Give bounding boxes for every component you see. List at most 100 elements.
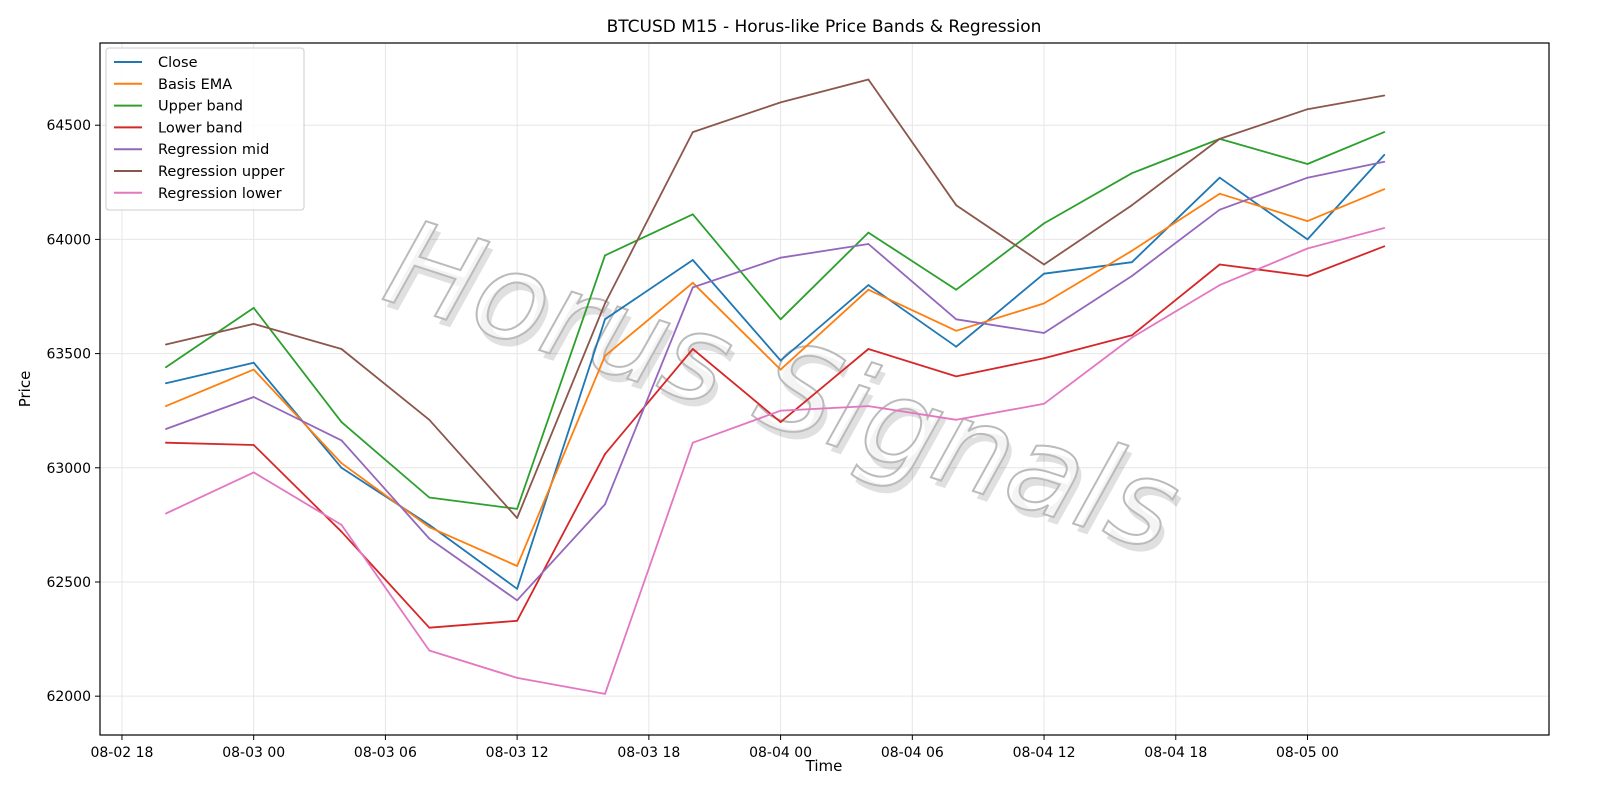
data-point-regression-mid — [691, 286, 694, 289]
data-point-regression-upper — [1043, 263, 1045, 266]
legend-label: Upper band — [158, 99, 243, 115]
data-point-regression-upper — [340, 348, 343, 350]
x-tick-label: 08-03 00 — [222, 745, 285, 761]
data-point-close — [340, 466, 343, 469]
data-point-regression-mid — [1306, 176, 1309, 179]
data-point-basis-ema — [252, 368, 255, 371]
x-tick-label: 08-03 18 — [617, 745, 680, 761]
data-point-regression-lower — [779, 409, 782, 412]
data-point-regression-upper — [165, 343, 167, 346]
data-point-regression-upper — [1306, 108, 1309, 111]
data-point-close — [955, 345, 958, 348]
chart-title: BTCUSD M15 - Horus-like Price Bands & Re… — [607, 17, 1042, 37]
x-tick-label: 08-04 00 — [749, 745, 812, 761]
data-point-regression-lower — [516, 677, 518, 679]
data-point-regression-mid — [1131, 275, 1133, 277]
data-point-regression-mid — [779, 256, 782, 259]
data-point-lower-band — [1218, 263, 1221, 266]
data-point-basis-ema — [867, 288, 870, 291]
data-point-regression-lower — [867, 405, 870, 407]
data-point-lower-band — [340, 530, 343, 533]
data-point-upper-band — [428, 496, 431, 499]
data-point-regression-upper — [867, 78, 870, 81]
data-point-close — [1306, 238, 1309, 241]
y-tick-label: 63500 — [46, 347, 91, 363]
data-point-regression-mid — [1383, 160, 1386, 163]
data-point-close — [252, 361, 255, 364]
legend: Close Basis EMA Upper band Lower band Regres… — [105, 47, 305, 211]
data-point-upper-band — [955, 288, 958, 291]
data-point-lower-band — [604, 453, 606, 455]
data-point-regression-upper — [1218, 138, 1221, 140]
data-point-upper-band — [1383, 131, 1386, 134]
data-point-basis-ema — [1383, 188, 1386, 191]
data-point-close — [867, 284, 870, 286]
data-point-upper-band — [340, 421, 343, 423]
data-point-regression-mid — [1218, 208, 1221, 211]
data-point-regression-lower — [165, 512, 167, 515]
data-point-basis-ema — [1043, 302, 1045, 305]
y-tick-label: 63000 — [46, 461, 91, 477]
data-point-lower-band — [252, 444, 255, 446]
y-tick-label: 62500 — [46, 575, 91, 591]
data-point-basis-ema — [1131, 249, 1133, 252]
data-point-upper-band — [691, 213, 694, 216]
x-tick-label: 08-04 06 — [881, 745, 944, 761]
data-point-upper-band — [252, 307, 255, 309]
data-point-regression-mid — [428, 537, 431, 540]
x-tick-label: 08-02 18 — [90, 745, 153, 761]
data-point-regression-lower — [1218, 284, 1221, 286]
data-point-upper-band — [1043, 222, 1045, 225]
legend-label: Regression upper — [158, 164, 284, 180]
data-point-basis-ema — [955, 329, 958, 332]
x-tick-label: 08-03 12 — [486, 745, 549, 761]
data-point-lower-band — [428, 626, 431, 629]
data-point-regression-upper — [691, 131, 694, 134]
data-point-regression-mid — [165, 428, 167, 430]
data-point-close — [165, 382, 167, 385]
y-axis-label: Price — [16, 371, 34, 408]
x-tick-label: 08-03 06 — [354, 745, 417, 761]
x-tick-label: 08-05 00 — [1276, 745, 1339, 761]
data-point-basis-ema — [165, 405, 167, 407]
data-point-basis-ema — [1218, 192, 1221, 195]
legend-label: Regression lower — [158, 186, 282, 202]
data-point-close — [779, 359, 782, 362]
data-point-regression-upper — [779, 101, 782, 104]
data-point-upper-band — [1131, 172, 1133, 175]
data-point-regression-lower — [691, 441, 694, 444]
chart: BTCUSD M15 - Horus-like Price Bands & Re… — [0, 0, 1600, 800]
x-tick-label: 08-04 18 — [1144, 745, 1207, 761]
data-point-basis-ema — [516, 565, 518, 567]
data-point-lower-band — [516, 619, 518, 622]
data-point-regression-lower — [955, 418, 958, 421]
data-point-regression-lower — [604, 693, 606, 695]
y-tick-label: 64000 — [46, 232, 91, 248]
x-axis-label: Time — [805, 757, 843, 775]
data-point-regression-mid — [867, 243, 870, 245]
y-tick-label: 62000 — [46, 689, 91, 705]
data-point-regression-mid — [252, 396, 255, 398]
data-point-lower-band — [867, 348, 870, 350]
data-point-regression-lower — [252, 471, 255, 474]
data-point-basis-ema — [1306, 220, 1309, 223]
legend-label: Close — [158, 55, 198, 71]
data-point-regression-mid — [1043, 332, 1045, 334]
data-point-lower-band — [1131, 334, 1133, 337]
data-point-upper-band — [165, 366, 167, 369]
data-point-basis-ema — [779, 368, 782, 371]
data-point-upper-band — [867, 231, 870, 234]
data-point-regression-lower — [1043, 402, 1045, 405]
data-point-close — [1383, 154, 1386, 156]
data-point-regression-lower — [1306, 247, 1309, 250]
data-point-regression-upper — [1131, 204, 1133, 207]
data-point-close — [1218, 176, 1221, 179]
data-point-regression-mid — [955, 318, 958, 321]
legend-label: Lower band — [158, 120, 243, 136]
data-point-lower-band — [1383, 245, 1386, 248]
data-point-regression-upper — [516, 517, 518, 519]
data-point-lower-band — [1306, 275, 1309, 277]
legend-label: Regression mid — [158, 142, 269, 158]
x-tick-label: 08-04 12 — [1013, 745, 1076, 761]
data-point-regression-upper — [252, 323, 255, 325]
